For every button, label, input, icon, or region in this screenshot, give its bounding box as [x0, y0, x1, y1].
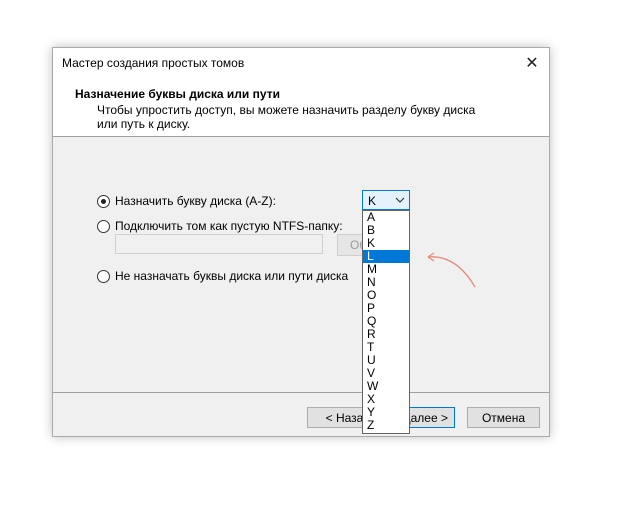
cancel-button[interactable]: Отмена	[467, 407, 540, 428]
header-title: Назначение буквы диска или пути	[75, 87, 280, 101]
footer-separator	[53, 392, 549, 393]
radio-mount-folder-label: Подключить том как пустую NTFS-папку:	[115, 219, 343, 233]
radio-button[interactable]	[97, 269, 110, 283]
radio-mount-folder[interactable]: Подключить том как пустую NTFS-папку:	[97, 219, 343, 233]
drive-letter-option[interactable]: Z	[363, 419, 409, 432]
drive-letter-dropdown-list[interactable]: ABKLMNOPQRTUVWXYZ	[362, 210, 410, 434]
drive-letter-value: K	[368, 194, 377, 208]
folder-path-input[interactable]	[115, 234, 323, 254]
radio-button-checked[interactable]	[97, 194, 110, 208]
radio-no-letter-label: Не назначать буквы диска или пути диска	[115, 269, 349, 283]
radio-no-letter[interactable]: Не назначать буквы диска или пути диска	[97, 269, 348, 283]
radio-assign-letter[interactable]: Назначить букву диска (A-Z):	[97, 194, 276, 208]
wizard-header: Назначение буквы диска или пути Чтобы уп…	[53, 78, 549, 137]
drive-letter-select[interactable]: K	[362, 190, 410, 210]
close-icon[interactable]: ✕	[515, 48, 549, 78]
window-title: Мастер создания простых томов	[62, 56, 245, 70]
header-subtitle: Чтобы упростить доступ, вы можете назнач…	[97, 103, 476, 131]
wizard-dialog: Мастер создания простых томов ✕ Назначен…	[52, 47, 550, 437]
radio-button[interactable]	[97, 219, 110, 233]
title-bar: Мастер создания простых томов ✕	[53, 48, 549, 78]
radio-assign-letter-label: Назначить букву диска (A-Z):	[115, 194, 276, 208]
chevron-down-icon[interactable]	[395, 193, 405, 210]
annotation-arrow-icon	[427, 252, 476, 288]
